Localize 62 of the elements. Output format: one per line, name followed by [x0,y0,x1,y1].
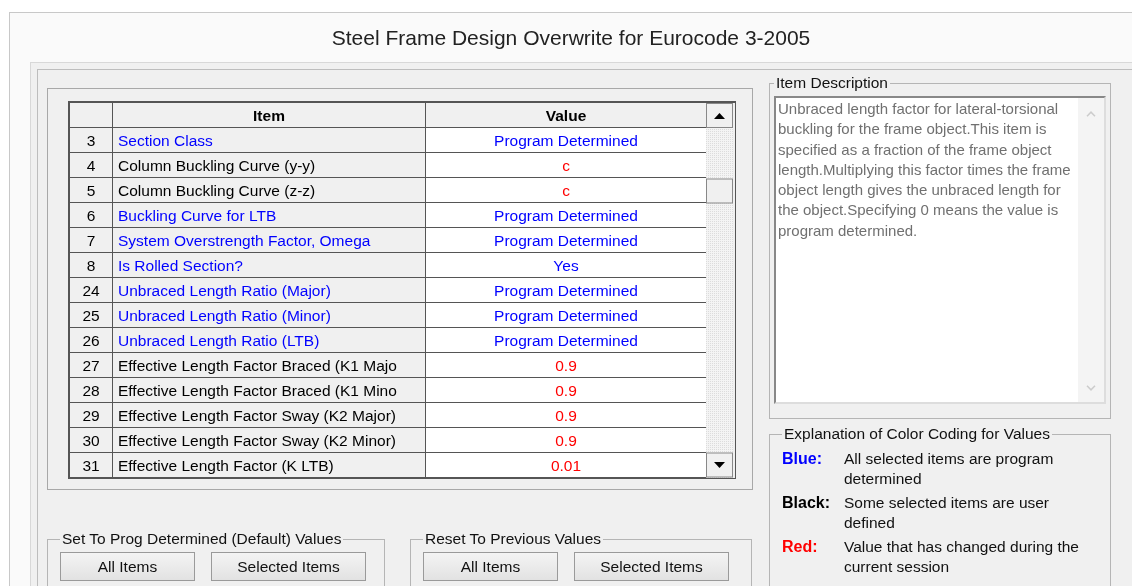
table-cell[interactable]: Program Determined [426,228,706,253]
row-number: 27 [70,353,113,378]
table-cell[interactable]: Effective Length Factor (K LTB) [113,453,426,478]
table-cell[interactable]: Yes [426,253,706,278]
table-cell[interactable]: Unbraced Length Ratio (LTB) [113,328,426,353]
table-cell[interactable]: 0.9 [426,378,706,403]
row-number: 31 [70,453,113,478]
legend-label: Red: [782,537,819,557]
action-button[interactable]: All Items [423,552,558,581]
action-button[interactable]: Selected Items [211,552,366,581]
table-cell[interactable]: Effective Length Factor Braced (K1 Majo [113,353,426,378]
legend-label: Black: [782,493,832,513]
table-cell[interactable]: Program Determined [426,203,706,228]
description-text: Unbraced length factor for lateral-torsional buckling for the frame object.This item is specified as a fraction of the frame object length.Multiplying this factor times the frame object length gives the unbraced length for the object.Specifying 0 means the value is program determined. [777,99,1072,241]
table-cell[interactable]: Section Class [113,128,426,153]
row-number: 3 [70,128,113,153]
row-number: 6 [70,203,113,228]
group-title: Item Description [775,74,889,92]
action-button[interactable]: All Items [60,552,195,581]
description-box[interactable] [774,96,1106,404]
scrollbar[interactable] [706,103,733,478]
action-button[interactable]: Selected Items [574,552,729,581]
table-cell[interactable]: c [426,178,706,203]
row-number: 8 [70,253,113,278]
row-number: 24 [70,278,113,303]
window-title: Steel Frame Design Overwrite for Eurocode 3-2005 [331,25,811,51]
table-cell[interactable]: 0.9 [426,403,706,428]
table-cell[interactable]: Effective Length Factor Braced (K1 Mino [113,378,426,403]
row-number: 28 [70,378,113,403]
table-cell[interactable]: Is Rolled Section? [113,253,426,278]
group-title: Reset To Previous Values [424,530,603,548]
group-title: Explanation of Color Coding for Values [783,425,1051,443]
scrollbar[interactable] [1078,98,1104,402]
row-number: 5 [70,178,113,203]
table-cell[interactable]: 0.9 [426,353,706,378]
table-cell[interactable]: Effective Length Factor Sway (K2 Major) [113,403,426,428]
table-cell[interactable]: Unbraced Length Ratio (Major) [113,278,426,303]
group-title: Set To Prog Determined (Default) Values [61,530,343,548]
table-cell[interactable]: Column Buckling Curve (z-z) [113,178,426,203]
table-cell[interactable]: System Overstrength Factor, Omega [113,228,426,253]
legend-label: Blue: [782,449,823,469]
table-cell[interactable]: Program Determined [426,328,706,353]
row-number: 29 [70,403,113,428]
legend-text: Some selected items are user defined [844,493,1051,533]
table-cell[interactable]: 0.9 [426,428,706,453]
table-cell[interactable]: Program Determined [426,128,706,153]
row-number: 26 [70,328,113,353]
legend-text: All selected items are program determined [844,449,1055,489]
legend-text: Value that has changed during the current session [844,537,1080,577]
row-number: 4 [70,153,113,178]
table-cell[interactable]: Buckling Curve for LTB [113,203,426,228]
table-cell[interactable]: c [426,153,706,178]
table-cell[interactable]: Program Determined [426,303,706,328]
table-cell[interactable]: Column Buckling Curve (y-y) [113,153,426,178]
row-number: 30 [70,428,113,453]
table-cell[interactable]: Program Determined [426,278,706,303]
row-number: 25 [70,303,113,328]
table-cell[interactable]: Effective Length Factor Sway (K2 Minor) [113,428,426,453]
table-cell[interactable]: Unbraced Length Ratio (Minor) [113,303,426,328]
table-cell[interactable]: 0.01 [426,453,706,478]
row-number: 7 [70,228,113,253]
table-header: Item [113,103,426,128]
